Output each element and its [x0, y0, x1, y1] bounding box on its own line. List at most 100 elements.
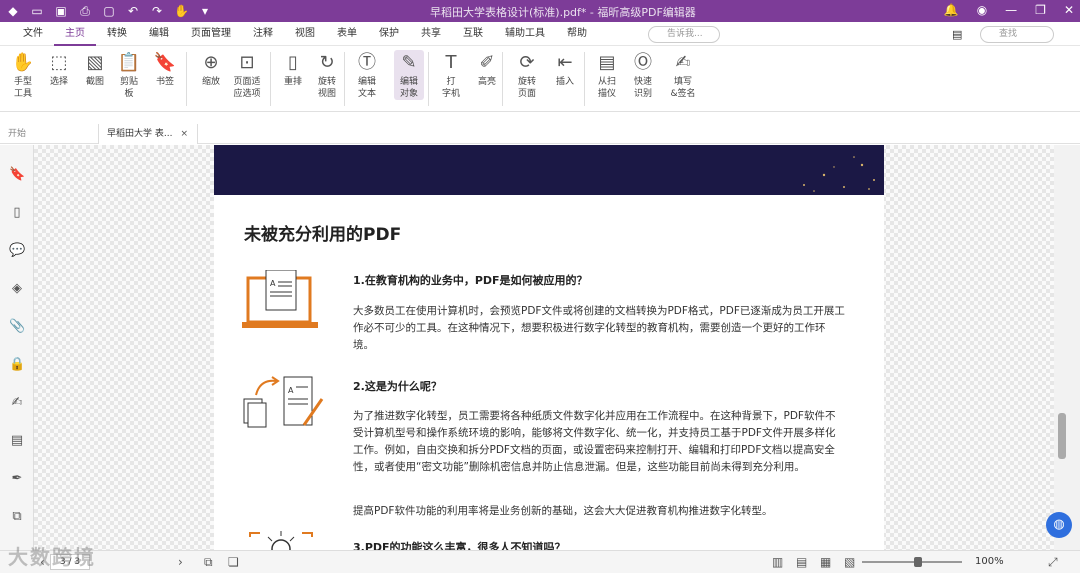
help-search-input[interactable]: 告诉我... [648, 26, 720, 43]
menu-item[interactable]: 编辑 [138, 22, 180, 46]
tab-start[interactable]: 开始 [0, 124, 96, 144]
next-page-icon[interactable]: › [178, 555, 183, 569]
bell-icon[interactable]: 🔔 [944, 3, 959, 17]
pages-icon[interactable]: ▯ [9, 205, 25, 221]
menu-item[interactable]: 文件 [12, 22, 54, 46]
ribbon-tool-reflow[interactable]: ▯ 重排 [278, 50, 308, 88]
menu-item[interactable]: 共享 [410, 22, 452, 46]
ribbon-tool-label: 旋转 页面 [517, 77, 536, 99]
zoom-level[interactable]: 100% [975, 556, 1004, 567]
menu-item[interactable]: 视图 [284, 22, 326, 46]
save-icon[interactable]: ▣ [54, 4, 68, 18]
search-input[interactable]: 查找 [980, 26, 1054, 43]
highlight-icon: ✐ [479, 52, 495, 73]
menu-item[interactable]: 保护 [368, 22, 410, 46]
ribbon-tool-highlight[interactable]: ✐ 高亮 [472, 50, 502, 88]
image-icon: ▧ [86, 52, 104, 73]
continuous-view-icon[interactable]: ▤ [796, 555, 807, 569]
ribbon-tool-label: 快速 识别 [633, 77, 652, 99]
restore-button[interactable]: ❐ [1035, 3, 1046, 17]
ribbon-tool-image[interactable]: ▧ 截图 [80, 50, 110, 88]
fit-page-icon: ⊡ [239, 52, 255, 73]
comment-icon[interactable]: 💬 [9, 243, 25, 259]
duplicate-icon[interactable]: ❏ [228, 555, 239, 569]
ribbon-tool-label: 书签 [155, 77, 174, 87]
app-logo-icon: ◆ [8, 4, 18, 18]
ribbon-tool-zoom[interactable]: ⊕ 缩放 [196, 50, 226, 88]
menu-item[interactable]: 主页 [54, 22, 96, 46]
security-icon[interactable]: 🔒 [9, 357, 25, 373]
ribbon-tool-rotate-page[interactable]: ⟳ 旋转 页面 [512, 50, 542, 100]
signature-icon[interactable]: ✍ [9, 395, 25, 411]
ribbon-tool-bookmark[interactable]: 🔖 书签 [150, 50, 180, 88]
close-button[interactable]: ✕ [1064, 3, 1074, 17]
tab-document[interactable]: 早稻田大学 表... × [98, 124, 198, 144]
rotate-view-icon: ↻ [319, 52, 335, 73]
ribbon-tool-cursor[interactable]: ⬚ 选择 [44, 50, 74, 88]
fill-sign-icon[interactable]: ✒ [9, 471, 25, 487]
ribbon-tool-edit-text[interactable]: Ⓣ 编辑 文本 [352, 50, 382, 100]
ribbon-tool-sign[interactable]: ✍ 填写 &签名 [668, 50, 698, 100]
dropdown-icon[interactable]: ▾ [198, 4, 212, 18]
sign-icon: ✍ [675, 52, 691, 73]
ribbon-tool-rotate-view[interactable]: ↻ 旋转 视图 [312, 50, 342, 100]
ribbon-tool-label: 页面适 应选项 [233, 77, 261, 99]
ribbon-tool-insert[interactable]: ⇤ 插入 [550, 50, 580, 88]
scrollbar-thumb[interactable] [1058, 413, 1066, 459]
cover-view-icon[interactable]: ▧ [844, 555, 855, 569]
ribbon-tool-label: 打 字机 [441, 77, 460, 99]
pdf-page[interactable]: 未被充分利用的PDF A 1.在教育机构的业务中，PDF是如何被应用的？ 大多数… [214, 145, 884, 550]
compare-icon[interactable]: ⧉ [9, 509, 25, 525]
account-icon[interactable]: ◉ [977, 3, 987, 17]
ribbon-tool-clipboard[interactable]: 📋 剪贴 板 [114, 50, 144, 100]
bookmark-icon[interactable]: 🔖 [9, 167, 25, 183]
zoom-slider[interactable] [862, 561, 962, 563]
left-panel: 🔖 ▯ 💬 ◈ 📎 🔒 ✍ ▤ ✒ ⧉ [0, 145, 34, 550]
ocr-icon: Ⓞ [634, 52, 652, 73]
ribbon-tool-typewriter[interactable]: T 打 字机 [436, 50, 466, 100]
ribbon-tool-scanner[interactable]: ▤ 从扫 描仪 [592, 50, 622, 100]
ribbon-tool-label: 填写 &签名 [670, 77, 696, 99]
ribbon-tool-label: 选择 [49, 77, 68, 87]
status-bar: ‹ 3 / 3 › ⧉ ❏ ▥ ▤ ▦ ▧ 100% ⤢ [0, 550, 1080, 573]
ribbon-tool-label: 编辑 文本 [357, 77, 376, 99]
ribbon-tool-hand[interactable]: ✋ 手型 工具 [8, 50, 38, 100]
hand-icon[interactable]: ✋ [174, 4, 189, 18]
menu-item[interactable]: 辅助工具 [494, 22, 556, 46]
fullscreen-icon[interactable]: ⤢ [1048, 555, 1058, 570]
menu-item[interactable]: 表单 [326, 22, 368, 46]
bookmark-icon: 🔖 [153, 52, 177, 73]
minimize-button[interactable]: — [1005, 3, 1017, 17]
vertical-scrollbar[interactable] [1054, 145, 1080, 550]
menu-item[interactable]: 互联 [452, 22, 494, 46]
menu-item[interactable]: 转换 [96, 22, 138, 46]
ribbon-tool-edit-object[interactable]: ✎ 编辑 对象 [394, 50, 424, 100]
ribbon-toolbar: ✋ 手型 工具 ⬚ 选择 ▧ 截图 📋 剪贴 板 🔖 书签 ⊕ 缩放 ⊡ 页面适 应选项 ▯ 重排 ↻ 旋转 视图… [0, 46, 1080, 112]
menu-item[interactable]: 帮助 [556, 22, 598, 46]
ribbon-tool-label: 手型 工具 [13, 77, 32, 99]
undo-icon[interactable]: ↶ [126, 4, 140, 18]
facing-view-icon[interactable]: ▦ [820, 555, 831, 569]
zoom-icon: ⊕ [203, 52, 219, 73]
ribbon-tool-label: 缩放 [201, 77, 220, 87]
close-tab-icon[interactable]: × [180, 129, 188, 139]
redo-icon[interactable]: ↷ [150, 4, 164, 18]
single-page-view-icon[interactable]: ▥ [772, 555, 783, 569]
insert-icon: ⇤ [557, 52, 573, 73]
document-heading: 未被充分利用的PDF [244, 225, 402, 245]
new-icon[interactable]: ▢ [102, 4, 116, 18]
title-bar: ◆ ▭ ▣ ⎙ ▢ ↶ ↷ ✋ ▾ 早稻田大学表格设计(标准).pdf* - 福… [0, 0, 1080, 22]
copy-page-icon[interactable]: ⧉ [204, 555, 213, 570]
print-icon[interactable]: ⎙ [78, 4, 92, 18]
layout-icon[interactable]: ▤ [952, 28, 962, 41]
menu-item[interactable]: 页面管理 [180, 22, 242, 46]
chat-assistant-icon[interactable]: ◍ [1046, 512, 1072, 538]
open-icon[interactable]: ▭ [30, 4, 44, 18]
ribbon-tool-ocr[interactable]: Ⓞ 快速 识别 [628, 50, 658, 100]
menu-item[interactable]: 注释 [242, 22, 284, 46]
content-icon[interactable]: ▤ [9, 433, 25, 449]
ribbon-tool-fit-page[interactable]: ⊡ 页面适 应选项 [232, 50, 262, 100]
layers-icon[interactable]: ◈ [9, 281, 25, 297]
zoom-slider-knob[interactable] [914, 557, 922, 567]
attachment-icon[interactable]: 📎 [9, 319, 25, 335]
